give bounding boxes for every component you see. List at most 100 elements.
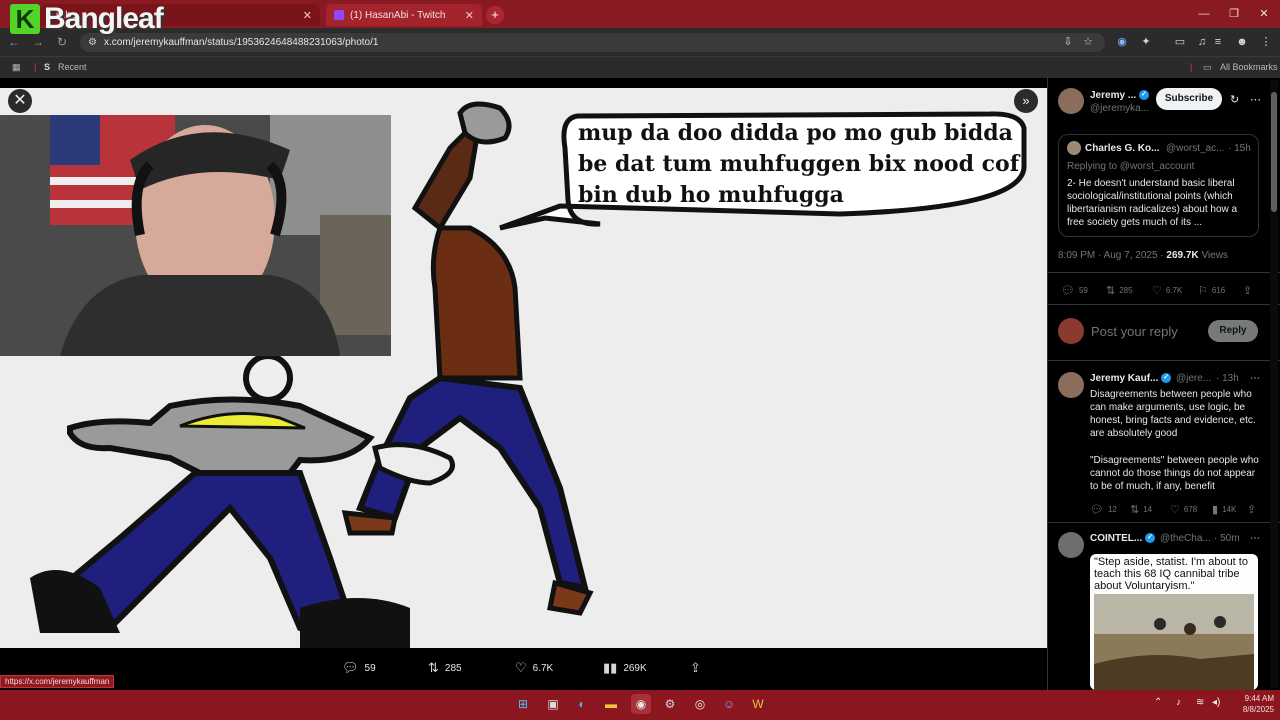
heart-icon: ♡ — [515, 660, 527, 675]
back-icon[interactable]: ← — [6, 33, 22, 51]
scrollbar-thumb[interactable] — [1271, 92, 1277, 212]
repost-button[interactable]: ⇅ 285 — [1106, 284, 1133, 297]
menu-icon[interactable]: ⋮ — [1258, 34, 1274, 50]
bookmark-icon: ⚐ — [1198, 285, 1208, 297]
views-icon: ▮▮ — [603, 660, 618, 675]
photo-reply-button[interactable]: 💬︎ 59 — [342, 660, 376, 676]
like-button[interactable]: ♡ 6.7K — [1152, 284, 1182, 297]
author-name[interactable]: Jeremy ... ✓ — [1090, 90, 1149, 101]
reply2-handle[interactable]: @theCha... — [1160, 533, 1211, 544]
divider — [1047, 272, 1280, 273]
steam-icon[interactable]: ⚙ — [660, 694, 680, 714]
bookmark-button[interactable]: ⚐ 616 — [1198, 284, 1225, 297]
like-count: 6.7K — [532, 662, 554, 674]
obs-icon[interactable]: ◎ — [690, 694, 710, 714]
repost-icon: ⇅ — [428, 660, 439, 675]
webcam-overlay — [0, 115, 391, 356]
wow-icon[interactable]: W — [748, 694, 768, 714]
author-avatar[interactable] — [1058, 88, 1084, 114]
more-icon[interactable]: ⋯ — [1250, 93, 1261, 106]
all-bookmarks[interactable]: All Bookmarks — [1220, 62, 1278, 72]
views-count: 269.7K — [1166, 250, 1199, 261]
photo-repost-button[interactable]: ⇅ 285 — [428, 660, 462, 676]
profile-icon[interactable]: ☻ — [1234, 34, 1250, 50]
clock[interactable]: 9:44 AM 8/8/2025 — [1224, 693, 1274, 715]
subscribe-button[interactable]: Subscribe — [1156, 88, 1222, 110]
new-tab-button[interactable]: + — [486, 6, 504, 24]
photo-share-button[interactable]: ⇪ — [690, 660, 701, 676]
reply-count: 59 — [364, 662, 376, 674]
reply-input[interactable]: Post your reply — [1091, 324, 1178, 339]
wifi-icon[interactable]: ≋ — [1196, 697, 1204, 708]
close-tab-icon[interactable]: ✕ — [303, 9, 312, 22]
apps-icon[interactable]: ▦ — [12, 62, 21, 73]
reply2-name[interactable]: COINTEL... ✓ — [1090, 533, 1156, 544]
views-label: Views — [1201, 250, 1228, 261]
volume-icon[interactable]: ◂) — [1212, 697, 1220, 708]
share-button[interactable]: ⇪ — [1243, 284, 1252, 297]
minimize-button[interactable]: — — [1197, 7, 1211, 21]
bookmark-star-icon[interactable]: ☆ — [1080, 34, 1096, 50]
author-handle[interactable]: @jeremyka... — [1090, 103, 1149, 114]
repost-icon: ⇅ — [1106, 285, 1116, 297]
microphone-icon[interactable]: ♪ — [1176, 697, 1181, 708]
expand-panel-button[interactable]: » — [1014, 89, 1038, 113]
divider: | — [1190, 62, 1193, 72]
divider: | — [34, 62, 37, 72]
photo-like-button[interactable]: ♡ 6.7K — [515, 660, 553, 676]
heart-icon: ♡ — [1152, 285, 1162, 297]
divider — [1047, 360, 1280, 361]
tab-label: (1) HasanAbi - Twitch — [350, 9, 446, 21]
grok-icon[interactable]: ↻ — [1230, 93, 1239, 106]
restore-button[interactable]: ❐ — [1227, 7, 1241, 21]
extension-icon[interactable]: ◉ — [1114, 34, 1130, 50]
views-icon: ▮ — [1212, 504, 1219, 516]
meme-painting — [1094, 594, 1254, 690]
views-count: 269K — [623, 662, 647, 674]
clock-time: 9:44 AM — [1244, 694, 1274, 703]
install-icon[interactable]: ⇩ — [1060, 34, 1076, 50]
quote-time: · 15h — [1228, 143, 1251, 154]
reply1-reply-button[interactable]: 💬︎ 12 — [1090, 503, 1117, 516]
media-icon[interactable]: ♫ — [1194, 34, 1210, 50]
split-view-icon[interactable]: ▭ — [1172, 34, 1188, 50]
file-explorer-icon[interactable]: ▬ — [601, 694, 621, 714]
reply2-avatar[interactable] — [1058, 532, 1084, 558]
reading-list-icon[interactable]: ≡ — [1210, 34, 1226, 50]
bookmark-recent[interactable]: Recent — [58, 62, 87, 72]
reply1-handle[interactable]: @jere... — [1176, 373, 1211, 384]
windows-start-icon[interactable]: ⊞ — [513, 694, 533, 714]
reply1-like-button[interactable]: ♡ 678 — [1170, 503, 1197, 516]
bookmarks-bar: ▦ | S Recent | ▭ All Bookmarks — [0, 56, 1280, 78]
task-view-icon[interactable]: ▣ — [543, 694, 563, 714]
tab-twitch[interactable]: (1) HasanAbi - Twitch ✕ — [326, 4, 482, 26]
meme-image[interactable]: "Step aside, statist. I'm about to teach… — [1090, 554, 1258, 690]
more-icon[interactable]: ⋯ — [1250, 373, 1260, 384]
my-avatar — [1058, 318, 1084, 344]
address-bar[interactable]: ⚙ x.com/jeremykauffman/status/1953624648… — [80, 33, 1105, 52]
chrome-icon[interactable]: ◉ — [631, 694, 651, 714]
more-icon[interactable]: ⋯ — [1250, 533, 1260, 544]
repost-count: 285 — [444, 662, 462, 674]
close-viewer-button[interactable]: ✕ — [8, 89, 32, 113]
s-icon[interactable]: S — [44, 62, 50, 72]
reply2-time: · 50m — [1214, 533, 1240, 544]
edge-icon[interactable]: ◐ — [572, 694, 592, 714]
reply1-repost-button[interactable]: ⇅ 14 — [1130, 503, 1152, 516]
reply-submit-button[interactable]: Reply — [1208, 320, 1258, 342]
reply1-share-button[interactable]: ⇪ — [1247, 503, 1256, 516]
tray-chevron-icon[interactable]: ⌃ — [1154, 697, 1162, 708]
close-window-button[interactable]: ✕ — [1257, 7, 1271, 21]
reply1-avatar[interactable] — [1058, 372, 1084, 398]
reply1-views-button[interactable]: ▮ 14K — [1212, 503, 1236, 516]
discord-icon[interactable]: ☺ — [719, 694, 739, 714]
photo-views-button[interactable]: ▮▮ 269K — [603, 660, 647, 676]
reply1-name[interactable]: Jeremy Kauf... ✓ — [1090, 373, 1172, 384]
logo-text: Bangleaf — [44, 2, 164, 35]
reply1-text1: Disagreements between people who can mak… — [1090, 389, 1256, 439]
close-tab-icon[interactable]: ✕ — [465, 9, 474, 22]
repost-icon: ⇅ — [1130, 504, 1140, 516]
reply-button[interactable]: 💬︎ 59 — [1061, 284, 1088, 297]
puzzle-icon[interactable]: ✦ — [1138, 34, 1154, 50]
twitch-icon — [334, 10, 344, 20]
